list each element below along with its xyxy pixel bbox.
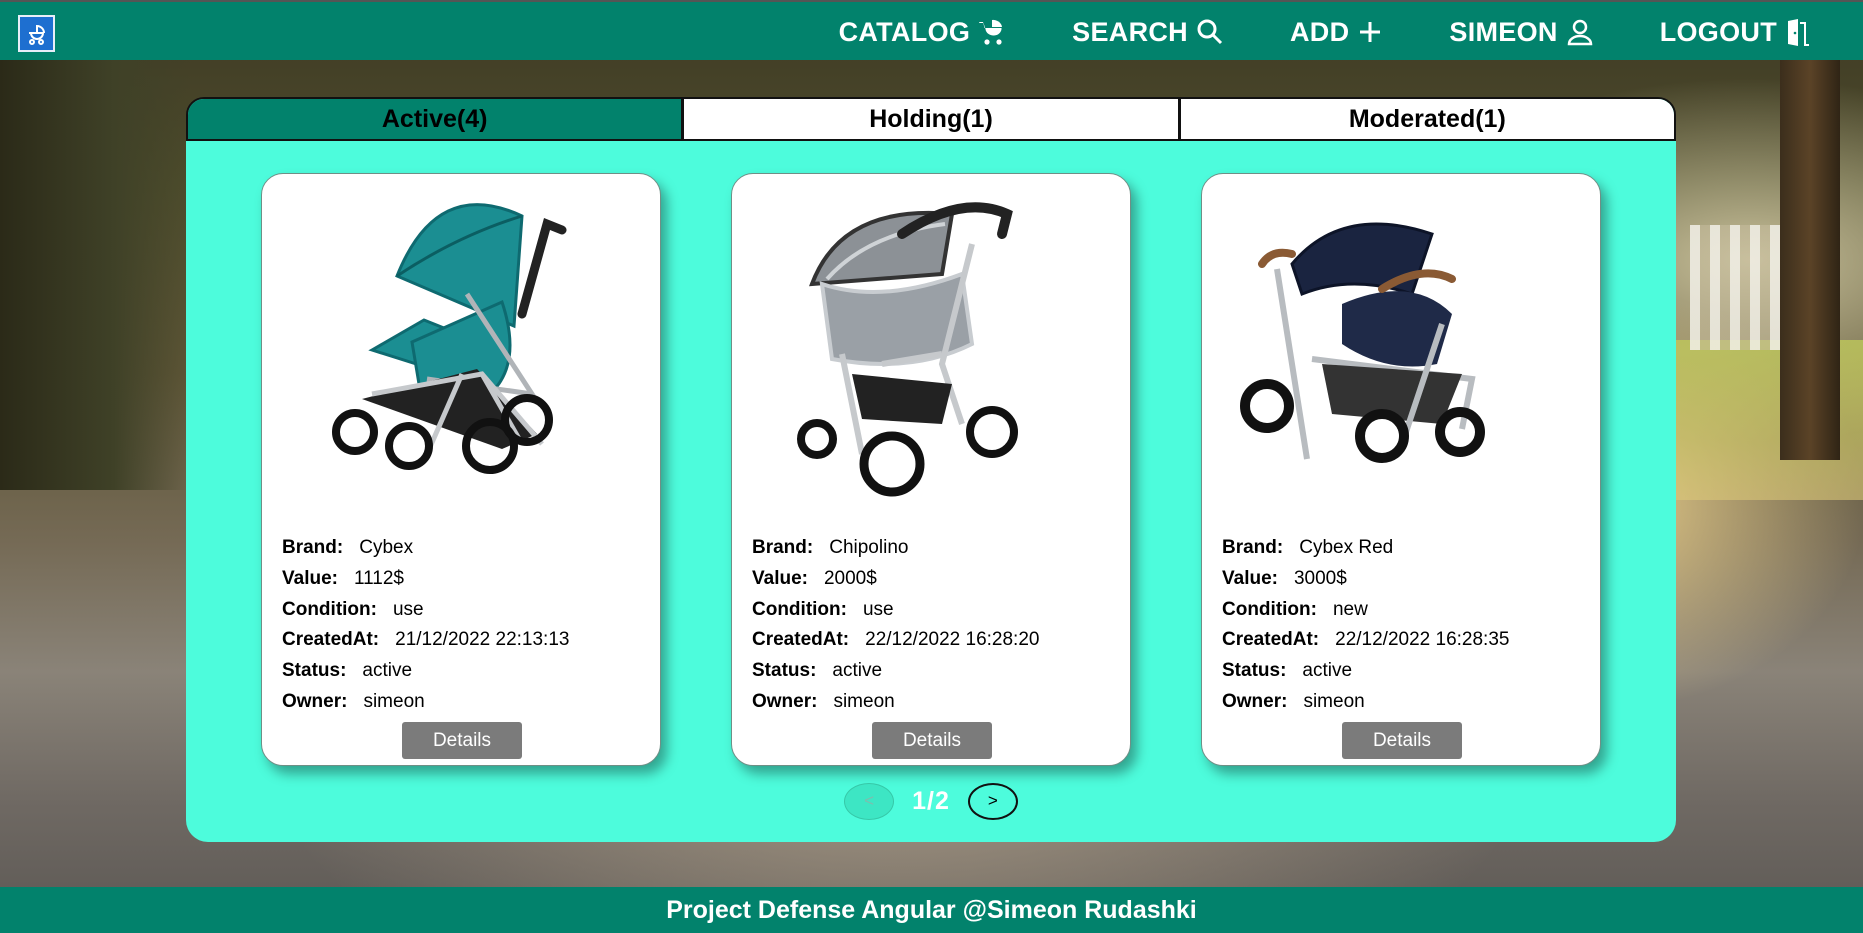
navbar: CATALOG SEARCH ADD SIMEON LOGOUT (0, 0, 1863, 60)
brand-value: Cybex (359, 537, 414, 559)
value-value: 3000$ (1293, 568, 1347, 590)
status-label: Status: (282, 660, 347, 682)
search-icon (1197, 19, 1223, 45)
condition-label: Condition: (1222, 598, 1317, 620)
details-button[interactable]: Details (872, 722, 992, 759)
status-value: active (1302, 660, 1353, 682)
offer-card: Brand: Cybex Value: 1112$ Condition: use Cr… (261, 173, 661, 766)
offer-card: Brand: Cybex Red Value: 3000$ Condition: ne… (1201, 173, 1601, 766)
background-trees (0, 60, 190, 490)
nav-logout[interactable]: LOGOUT (1660, 17, 1815, 48)
condition-label: Condition: (282, 598, 377, 620)
owner-label: Owner: (1222, 690, 1288, 712)
tab-holding[interactable]: Holding(1) (681, 99, 1178, 139)
brand-label: Brand: (282, 537, 344, 559)
owner-value: simeon (363, 690, 425, 712)
value-label: Value: (752, 568, 808, 590)
status-tabs: Active(4) Holding(1) Moderated(1) (186, 97, 1676, 141)
created-label: CreatedAt: (282, 629, 380, 651)
nav-catalog[interactable]: CATALOG (839, 17, 1007, 48)
value-value: 1112$ (353, 568, 404, 590)
condition-value: use (862, 598, 894, 620)
created-label: CreatedAt: (752, 629, 850, 651)
background-tree-trunk (1780, 60, 1840, 460)
value-value: 2000$ (823, 568, 877, 590)
condition-value: new (1332, 598, 1368, 620)
nav-profile[interactable]: SIMEON (1449, 17, 1593, 48)
logo-stroller-icon[interactable] (18, 15, 55, 52)
nav-profile-label: SIMEON (1449, 16, 1558, 47)
stroller-image (262, 174, 660, 526)
condition-value: use (392, 598, 424, 620)
offer-card: Brand: Chipolino Value: 2000$ Condition: us… (731, 173, 1131, 766)
user-icon (1567, 19, 1592, 46)
status-value: active (832, 660, 883, 682)
condition-label: Condition: (752, 598, 847, 620)
status-label: Status: (752, 660, 817, 682)
door-icon (1788, 19, 1809, 46)
footer-text: Project Defense Angular @Simeon Rudashki (666, 895, 1197, 924)
main-nav: CATALOG SEARCH ADD SIMEON LOGOUT (839, 2, 1815, 62)
owner-label: Owner: (752, 690, 818, 712)
nav-add-label: ADD (1289, 16, 1350, 47)
owner-label: Owner: (282, 690, 348, 712)
pagination: < 1/2 > (186, 781, 1676, 821)
owner-value: simeon (1303, 690, 1365, 712)
tab-moderated[interactable]: Moderated(1) (1177, 99, 1674, 139)
created-value: 22/12/2022 16:28:35 (1335, 629, 1510, 651)
details-button[interactable]: Details (1342, 722, 1462, 759)
offers-panel: Active(4) Holding(1) Moderated(1) Brand:… (186, 97, 1676, 842)
footer: Project Defense Angular @Simeon Rudashki (0, 887, 1863, 933)
background-fence (1690, 225, 1785, 350)
stroller-image (1202, 174, 1600, 526)
details-button[interactable]: Details (402, 722, 522, 759)
brand-value: Chipolino (829, 537, 909, 559)
value-label: Value: (1222, 568, 1278, 590)
created-value: 22/12/2022 16:28:20 (865, 629, 1040, 651)
plus-icon (1360, 22, 1381, 42)
offer-fields: Brand: Cybex Value: 1112$ Condition: use Cr… (282, 533, 569, 717)
page-indicator: 1/2 (912, 786, 950, 815)
stroller-image (732, 174, 1130, 526)
nav-search-label: SEARCH (1072, 16, 1188, 47)
created-label: CreatedAt: (1222, 629, 1320, 651)
brand-value: Cybex Red (1299, 537, 1394, 559)
offer-fields: Brand: Chipolino Value: 2000$ Condition: us… (752, 533, 1039, 717)
nav-catalog-label: CATALOG (838, 16, 971, 47)
status-label: Status: (1222, 660, 1287, 682)
tab-active[interactable]: Active(4) (188, 99, 682, 139)
prev-page-button[interactable]: < (844, 782, 895, 820)
nav-logout-label: LOGOUT (1659, 16, 1777, 47)
brand-label: Brand: (752, 537, 814, 559)
owner-value: simeon (833, 690, 895, 712)
created-value: 21/12/2022 22:13:13 (395, 629, 570, 651)
nav-add[interactable]: ADD (1290, 17, 1383, 48)
stroller-icon (979, 19, 1003, 45)
nav-search[interactable]: SEARCH (1072, 17, 1224, 48)
brand-label: Brand: (1222, 537, 1284, 559)
status-value: active (362, 660, 413, 682)
offer-fields: Brand: Cybex Red Value: 3000$ Condition: ne… (1222, 533, 1509, 717)
value-label: Value: (282, 568, 338, 590)
next-page-button[interactable]: > (967, 782, 1018, 820)
